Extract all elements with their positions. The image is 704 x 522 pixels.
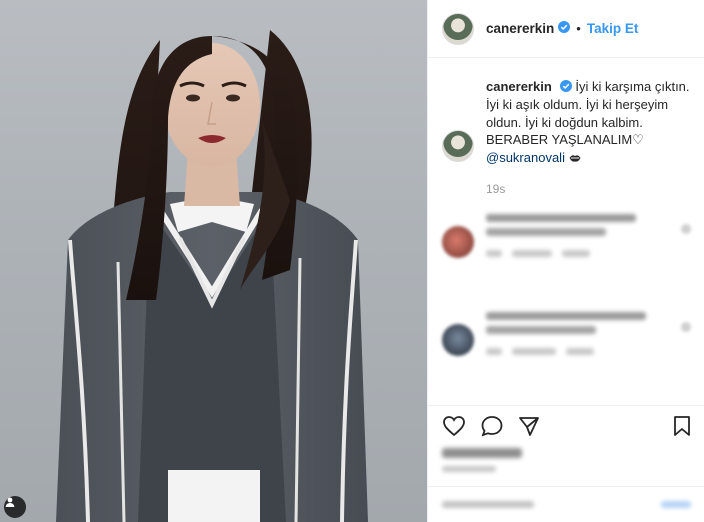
comments-list[interactable]: canererkin İyi ki karşıma çıktın. İyi ki… [428,58,704,398]
post-side-panel: canererkin • Takip Et canererkin İyi ki … [427,0,704,522]
comment-meta-blurred [486,250,691,258]
commenter-avatar[interactable] [442,226,474,259]
separator-dot: • [576,21,581,36]
author-avatar[interactable] [442,12,474,45]
post-actions-bar [428,405,704,445]
author-username[interactable]: canererkin [486,21,554,36]
verified-badge-icon [558,20,571,38]
bookmark-icon[interactable] [673,415,691,437]
post-header: canererkin • Takip Et [428,0,704,58]
comment-text-blurred [486,228,606,237]
comment-text-blurred [486,326,596,335]
post-caption: canererkin İyi ki karşıma çıktın. İyi ki… [442,78,691,196]
comment-item [442,312,691,394]
heart-icon[interactable] [442,415,466,437]
comment-bubble-icon[interactable] [480,415,504,437]
caption-timestamp[interactable]: 19s [486,182,691,196]
caption-verified-badge-icon [559,79,572,97]
post-comment-button-blurred[interactable] [661,501,691,508]
lips-emoji-icon [569,150,581,165]
caption-username[interactable]: canererkin [486,79,552,94]
share-arrow-icon[interactable] [518,415,540,437]
comment-like-icon[interactable] [681,224,691,235]
likes-count-blurred[interactable] [442,448,522,458]
commenter-avatar[interactable] [442,324,474,357]
comment-text-blurred [486,214,636,223]
caption-mention-link[interactable]: @sukranovali [486,150,565,165]
photo-illustration [56,30,368,522]
user-tag-icon[interactable] [4,496,26,518]
post-photo[interactable] [0,0,427,522]
add-comment-bar[interactable] [428,486,704,522]
comment-meta-blurred [486,348,691,356]
post-date-blurred [442,466,496,472]
caption-author-avatar[interactable] [442,130,474,162]
comment-like-icon[interactable] [681,322,691,333]
comment-text-blurred [486,312,646,321]
caption-text-block: canererkin İyi ki karşıma çıktın. İyi ki… [486,78,690,166]
comment-item [442,214,691,296]
comment-input-placeholder-blurred[interactable] [442,501,534,508]
follow-button[interactable]: Takip Et [587,21,639,36]
